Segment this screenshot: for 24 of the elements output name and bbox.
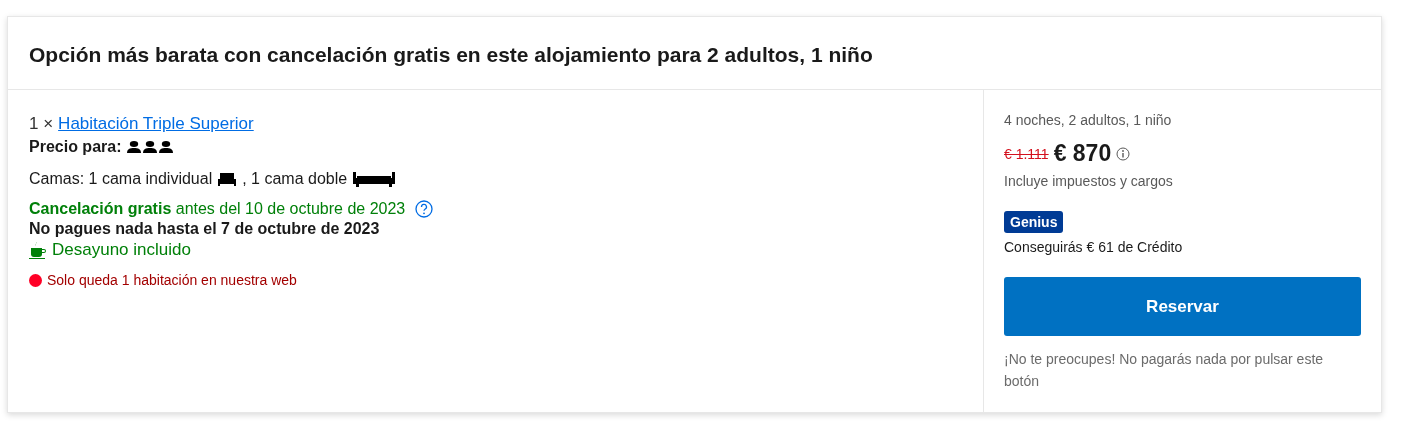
info-icon[interactable] (1116, 146, 1131, 161)
credit-text: Conseguirás € 61 de Crédito (1004, 239, 1183, 255)
offer-title: Opción más barata con cancelación gratis en este alojamiento para 2 adultos, 1 niño (8, 17, 1381, 90)
guests-icon (126, 140, 175, 154)
single-bed-icon (217, 172, 238, 186)
taxes-note: Incluye impuestos y cargos (1004, 173, 1173, 189)
reassurance-note: ¡No te preocupes! No pagarás nada por pulsar este botón (1004, 350, 1325, 391)
beds-label: Camas: 1 cama individual (29, 170, 213, 188)
price-for-label: Precio para: (29, 138, 122, 156)
beds-label: , 1 cama doble (242, 170, 348, 188)
breakfast-text: Desayuno incluido (52, 240, 191, 260)
genius-badge: Genius (1004, 211, 1064, 233)
cancellation-text: Cancelación gratis antes del 10 de octubre de 2023 (29, 200, 406, 218)
old-price: € 1.111 (1004, 145, 1049, 162)
room-link[interactable]: Habitación Triple Superior (58, 114, 254, 134)
help-icon[interactable] (415, 200, 434, 218)
double-bed-icon (352, 171, 397, 187)
availability-dot (29, 273, 42, 287)
payment-note: No pagues nada hasta el 7 de octubre de 2023 (29, 220, 380, 238)
reserve-button[interactable]: Reservar (1004, 277, 1361, 336)
price: € 870 (1053, 140, 1112, 167)
availability-text: Solo queda 1 habitación en nuestra web (47, 272, 297, 288)
stay-summary: 4 noches, 2 adultos, 1 niño (1004, 112, 1173, 128)
room-quantity: 1 × (29, 114, 54, 134)
